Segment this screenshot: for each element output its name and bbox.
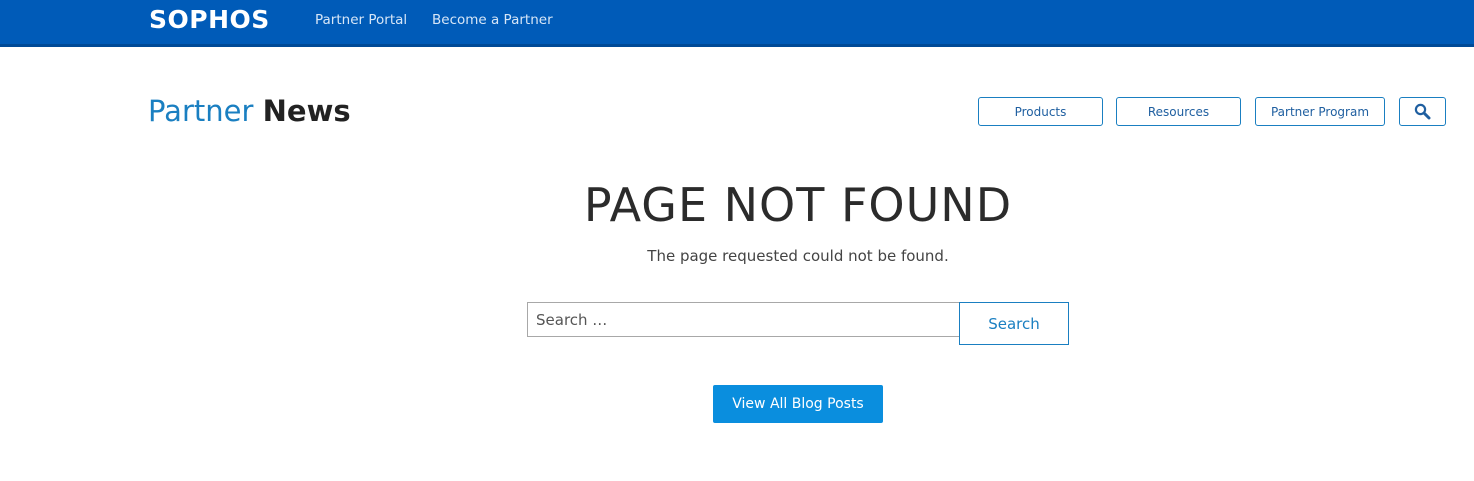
become-partner-link[interactable]: Become a Partner (432, 12, 553, 28)
brand-partner: Partner (148, 94, 254, 128)
sophos-logo[interactable]: SOPHOS (149, 5, 270, 34)
top-bar: SOPHOS Partner Portal Become a Partner (0, 0, 1474, 47)
search-icon (1414, 103, 1431, 120)
site-brand[interactable]: Partner News (148, 94, 351, 128)
view-all-blog-posts-button[interactable]: View All Blog Posts (713, 385, 883, 423)
nav-products-button[interactable]: Products (978, 97, 1103, 126)
not-found-message: The page requested could not be found. (647, 247, 949, 265)
search-button[interactable]: Search (959, 302, 1069, 345)
nav-partner-program-button[interactable]: Partner Program (1255, 97, 1385, 126)
search-input[interactable] (527, 302, 960, 337)
brand-news: News (262, 94, 351, 128)
page-title: PAGE NOT FOUND (583, 178, 1013, 232)
nav-search-button[interactable] (1399, 97, 1446, 126)
partner-portal-link[interactable]: Partner Portal (315, 12, 407, 28)
nav-resources-button[interactable]: Resources (1116, 97, 1241, 126)
